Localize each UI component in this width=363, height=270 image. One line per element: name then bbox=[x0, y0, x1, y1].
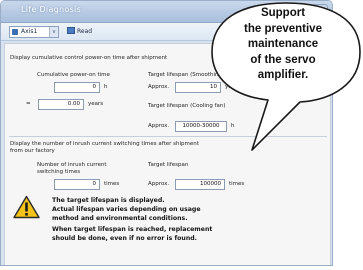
inrush-heading-line1: Display the number of inrush current swi… bbox=[10, 141, 199, 147]
toolbar: Axis1 v Read bbox=[1, 23, 332, 41]
chevron-down-icon[interactable]: v bbox=[49, 27, 58, 37]
inrush-heading-line2: from our factory bbox=[10, 148, 55, 154]
axis-icon bbox=[12, 29, 18, 35]
hours-unit: h bbox=[104, 84, 108, 90]
close-button[interactable]: x bbox=[312, 4, 328, 19]
warning-line4: When target lifespan is reached, replace… bbox=[52, 226, 213, 233]
fan-approx-label: Approx. bbox=[148, 123, 170, 129]
inrush-count-field[interactable]: 0 bbox=[54, 179, 100, 190]
inrush-count-unit: times bbox=[104, 181, 120, 187]
warning-triangle-icon bbox=[13, 195, 40, 219]
fan-lifespan-field[interactable]: 10000-30000 bbox=[175, 121, 227, 132]
title-bar[interactable]: Life Diagnosis x bbox=[1, 1, 332, 23]
power-on-label: Cumulative power-on time bbox=[37, 72, 110, 78]
inrush-approx-label: Approx. bbox=[148, 181, 170, 187]
inrush-count-label-line1: Number of inrush current bbox=[37, 162, 107, 168]
years-field[interactable]: 0.00 bbox=[38, 99, 84, 110]
smoothing-lifespan-unit: years bbox=[225, 84, 241, 90]
smoothing-lifespan-field[interactable]: 10 bbox=[175, 82, 221, 93]
warning-line2: Actual lifespan varies depending on usag… bbox=[52, 206, 201, 213]
read-icon bbox=[67, 27, 75, 34]
axis-select-value: Axis1 bbox=[21, 28, 38, 35]
inrush-target-unit: times bbox=[229, 181, 245, 187]
smoothing-approx-label: Approx. bbox=[148, 84, 170, 90]
target-smoothing-label: Target lifespan (Smoothing capacitor) bbox=[148, 72, 252, 78]
hours-field[interactable]: 0 bbox=[54, 82, 100, 93]
window-title: Life Diagnosis bbox=[21, 5, 82, 14]
inrush-count-label-line2: switching times bbox=[37, 169, 81, 175]
warning-line1: The target lifespan is displayed. bbox=[52, 197, 165, 204]
target-fan-label: Target lifespan (Cooling fan) bbox=[148, 103, 226, 109]
cumulative-heading: Display cumulative control power-on time… bbox=[10, 55, 168, 61]
inrush-target-label: Target lifespan bbox=[148, 162, 189, 168]
diagnosis-panel: Display cumulative control power-on time… bbox=[4, 43, 331, 265]
section-divider bbox=[9, 136, 327, 137]
fan-lifespan-unit: h bbox=[231, 123, 235, 129]
years-unit: years bbox=[88, 101, 104, 107]
warning-line5: should be done, even if no error is foun… bbox=[52, 235, 198, 242]
axis-select[interactable]: Axis1 v bbox=[9, 26, 59, 38]
life-diagnosis-window: Life Diagnosis x Axis1 v Read Display cu… bbox=[0, 0, 333, 266]
read-button[interactable]: Read bbox=[67, 26, 92, 38]
inrush-target-field[interactable]: 100000 bbox=[175, 179, 225, 190]
warning-line3: method and environmental conditions. bbox=[52, 215, 188, 222]
equals-sign: = bbox=[26, 101, 31, 107]
read-button-label: Read bbox=[77, 28, 93, 35]
